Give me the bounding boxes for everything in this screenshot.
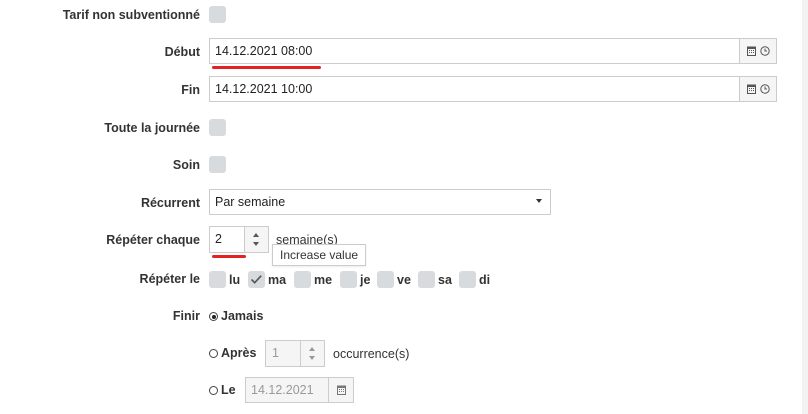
debut-datetime-input[interactable]: 14.12.2021 08:00: [209, 38, 777, 64]
debut-label: Début: [164, 45, 200, 59]
day-lu-checkbox[interactable]: [209, 271, 226, 288]
repeter-highlight-underline: [212, 255, 246, 258]
finir-jamais-radio[interactable]: [209, 312, 218, 321]
day-ve-checkbox[interactable]: [377, 271, 394, 288]
finir-jamais-label: Jamais: [221, 309, 264, 323]
checkmark-icon: [250, 275, 262, 284]
journee-label: Toute la journée: [104, 121, 200, 135]
calendar-icon: [746, 46, 756, 56]
clock-icon: [759, 46, 770, 56]
day-je-checkbox[interactable]: [340, 271, 357, 288]
tooltip-text: Increase value: [280, 248, 359, 262]
apres-stepper-up-arrow-icon[interactable]: [309, 347, 315, 351]
soin-checkbox[interactable]: [209, 156, 226, 173]
debut-value: 14.12.2021 08:00: [215, 44, 313, 58]
debut-picker-addon[interactable]: [739, 38, 777, 64]
day-ma-checkbox[interactable]: [248, 271, 265, 288]
finir-le-radio[interactable]: [209, 386, 218, 395]
apres-value: 1: [272, 346, 279, 360]
finir-apres-label: Après: [221, 346, 257, 360]
stepper-up-arrow-icon[interactable]: [253, 233, 259, 237]
tarif-checkbox[interactable]: [209, 6, 226, 23]
day-di-label: di: [479, 273, 491, 287]
repeter-chaque-label: Répéter chaque: [106, 233, 200, 247]
fin-label: Fin: [181, 83, 200, 97]
fin-value: 14.12.2021 10:00: [215, 82, 313, 96]
chevron-down-icon: [536, 199, 542, 203]
fin-picker-addon[interactable]: [739, 76, 777, 102]
day-sa-checkbox[interactable]: [418, 271, 435, 288]
repeter-le-label: Répéter le: [139, 272, 200, 286]
apres-stepper-buttons: [300, 341, 324, 366]
le-value: 14.12.2021: [251, 383, 314, 397]
calendar-icon: [746, 84, 756, 94]
finir-le-label: Le: [221, 383, 236, 397]
day-ma-label: ma: [268, 273, 287, 287]
tarif-label: Tarif non subventionné: [62, 8, 200, 22]
recurrent-select[interactable]: Par semaine: [209, 189, 551, 215]
apres-unit: occurrence(s): [333, 347, 410, 361]
day-je-label: je: [360, 273, 371, 287]
repeter-chaque-value: 2: [215, 232, 222, 246]
finir-le-date-input[interactable]: 14.12.2021: [245, 377, 354, 403]
day-di-checkbox[interactable]: [459, 271, 476, 288]
clock-icon: [759, 84, 770, 94]
apres-stepper-down-arrow-icon[interactable]: [309, 356, 315, 360]
day-sa-label: sa: [438, 273, 452, 287]
finir-apres-radio[interactable]: [209, 349, 218, 358]
calendar-icon: [336, 385, 346, 395]
stepper-buttons: [244, 227, 268, 252]
journee-checkbox[interactable]: [209, 119, 226, 136]
tooltip: Increase value: [272, 244, 367, 266]
recurrent-label: Récurrent: [140, 196, 200, 210]
debut-highlight-underline: [212, 66, 321, 69]
day-me-checkbox[interactable]: [294, 271, 311, 288]
fin-datetime-input[interactable]: 14.12.2021 10:00: [209, 76, 777, 102]
scrollbar[interactable]: [802, 0, 808, 414]
day-lu-label: lu: [229, 273, 241, 287]
day-me-label: me: [314, 273, 333, 287]
apres-occurrence-stepper[interactable]: 1: [265, 340, 325, 367]
stepper-down-arrow-icon[interactable]: [253, 242, 259, 246]
soin-label: Soin: [172, 158, 200, 172]
day-ve-label: ve: [397, 273, 411, 287]
recurrent-selected-value: Par semaine: [215, 195, 286, 209]
finir-label: Finir: [172, 309, 200, 323]
le-picker-addon[interactable]: [328, 377, 354, 403]
repeter-chaque-stepper[interactable]: 2: [209, 226, 269, 253]
